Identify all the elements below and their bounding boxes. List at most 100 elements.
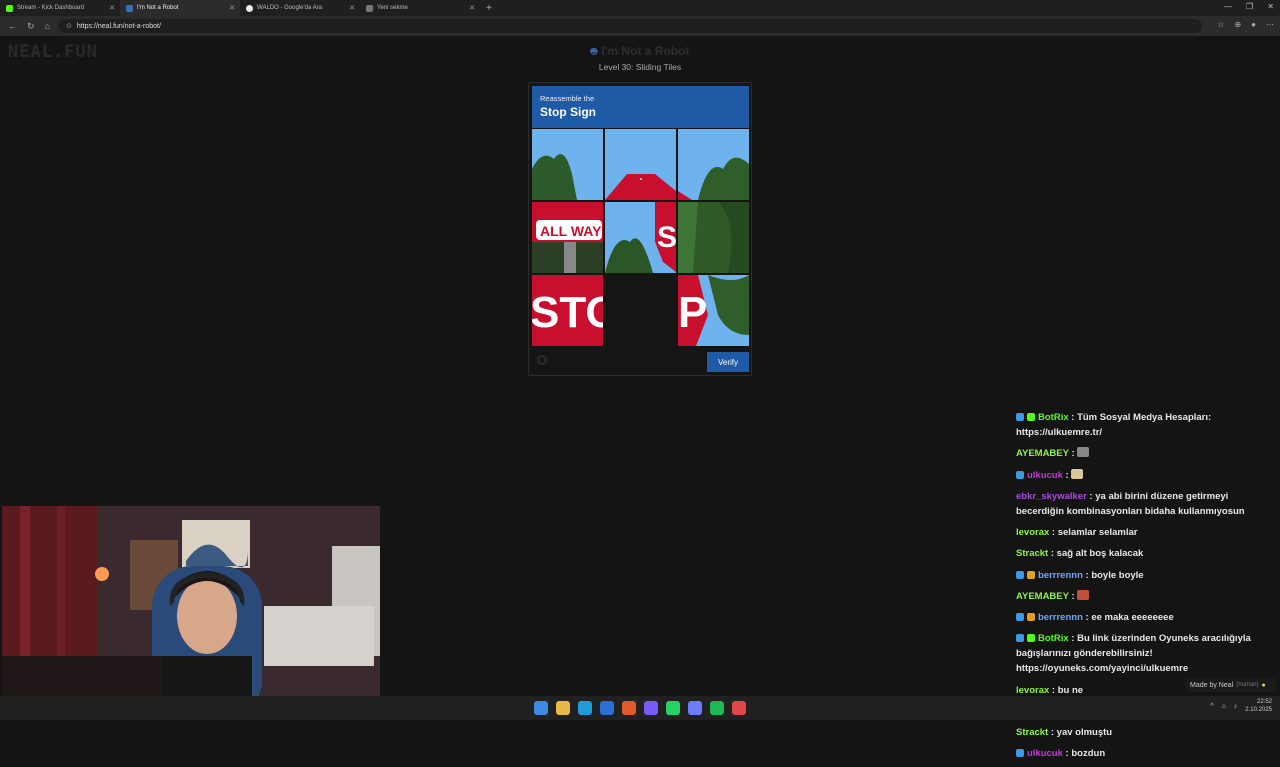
puzzle-tile[interactable]: STO	[532, 275, 603, 346]
close-window-button[interactable]: ✕	[1267, 2, 1274, 11]
taskbar-app-icon[interactable]	[534, 701, 548, 715]
chat-message: berrrennn : ee maka eeeeeeee	[1016, 610, 1264, 625]
badge-icon	[1016, 470, 1024, 479]
chat-text: bu ne	[1057, 684, 1084, 696]
chat-username[interactable]: BotRix	[1038, 412, 1069, 423]
close-icon[interactable]: ✕	[469, 4, 475, 12]
tab-label: Yeni sekme	[377, 5, 408, 11]
reload-icon[interactable]: ↻	[27, 21, 35, 32]
chat-message: berrrennn : boyle boyle	[1016, 568, 1264, 583]
emote-icon	[1077, 589, 1090, 600]
captcha-target: Stop Sign	[540, 105, 596, 119]
chat-username[interactable]: berrrennn	[1038, 570, 1083, 581]
chat-text: yav olmuştu	[1056, 727, 1113, 738]
taskbar-app-icon[interactable]	[556, 701, 570, 715]
network-icon[interactable]: ⌂	[1222, 703, 1226, 710]
google-icon	[246, 4, 253, 12]
tile-image: STO	[532, 275, 603, 346]
emote-icon	[1077, 447, 1090, 458]
tab-kick-dashboard[interactable]: Stream - Kick Dashboard ✕	[0, 0, 120, 16]
chat-username[interactable]: AYEMABEY	[1016, 448, 1069, 459]
chat-username[interactable]: ulkucuk	[1027, 748, 1063, 759]
minimize-button[interactable]: —	[1224, 2, 1232, 11]
puzzle-tile[interactable]: P	[678, 275, 749, 346]
chat-text: ee maka eeeeeeee	[1091, 611, 1174, 623]
tile-image: P	[678, 275, 749, 346]
puzzle-tile[interactable]	[532, 129, 603, 200]
taskbar-app-icon[interactable]	[600, 701, 614, 715]
maximize-button[interactable]: ❐	[1246, 2, 1253, 11]
taskbar-app-icon[interactable]	[622, 701, 636, 715]
chat-username[interactable]: ulkucuk	[1027, 470, 1063, 481]
taskbar-app-icon[interactable]	[578, 701, 592, 715]
close-icon[interactable]: ✕	[229, 4, 235, 12]
tab-google-search[interactable]: WALDO - Google'da Ara ✕	[240, 0, 360, 16]
taskbar-app-icon[interactable]	[688, 701, 702, 715]
taskbar-app-icon[interactable]	[732, 701, 746, 715]
empty-tile-slot	[605, 275, 676, 346]
chat-username[interactable]: levorax	[1016, 527, 1049, 538]
kick-icon	[6, 4, 13, 12]
close-icon[interactable]: ✕	[109, 4, 115, 12]
chat-username[interactable]: BotRix	[1038, 633, 1069, 644]
svg-text:ALL WAY: ALL WAY	[540, 223, 602, 239]
clock[interactable]: 22:52 2.10.2025	[1245, 699, 1272, 715]
captcha-subtitle: Reassemble the	[540, 94, 595, 103]
svg-text:P: P	[678, 288, 707, 337]
robot-icon	[126, 4, 133, 12]
taskbar-app-icon[interactable]	[644, 701, 658, 715]
chat-username[interactable]: Strackt	[1016, 727, 1048, 738]
tile-image	[532, 129, 603, 200]
lightbulb-icon: ●	[1261, 681, 1266, 689]
made-by-text: Made by Neal	[1190, 681, 1234, 689]
chat-username[interactable]: Strackt	[1016, 548, 1048, 559]
puzzle-tile[interactable]: S	[605, 202, 676, 273]
page-icon	[366, 4, 373, 12]
profile-icon[interactable]: ●	[1251, 20, 1256, 29]
site-info-icon[interactable]: ⊙	[66, 22, 72, 30]
chat-message: ebkr_skywalker : ya abi birini düzene ge…	[1016, 490, 1245, 517]
os-taskbar: ^ ⌂ ♪ 22:52 2.10.2025	[0, 696, 1280, 720]
chat-message: Strackt : sağ alt boş kalacak	[1016, 548, 1144, 560]
puzzle-tile[interactable]	[678, 202, 749, 273]
puzzle-tile[interactable]	[678, 129, 749, 200]
menu-icon[interactable]: ⋯	[1266, 20, 1274, 29]
browser-toolbar: ← ↻ ⌂ ⊙ https://neal.fun/not-a-robot/ ☆ …	[0, 16, 1280, 36]
address-bar[interactable]: ⊙ https://neal.fun/not-a-robot/	[58, 19, 1202, 33]
tab-not-a-robot[interactable]: I'm Not a Robot ✕	[120, 0, 240, 16]
window-controls: — ❐ ✕	[1224, 2, 1274, 11]
chevron-up-icon[interactable]: ^	[1210, 703, 1213, 710]
svg-text:STO: STO	[532, 288, 603, 337]
site-logo[interactable]: NEAL.FUN	[8, 42, 98, 62]
url-text: https://neal.fun/not-a-robot/	[76, 22, 161, 30]
chat-message: BotRix : Bu link üzerinden Oyuneks aracı…	[1016, 633, 1251, 675]
chat-username[interactable]: levorax	[1016, 685, 1049, 696]
chat-username[interactable]: AYEMABEY	[1016, 591, 1069, 602]
reload-icon[interactable]	[537, 355, 547, 365]
new-tab-button[interactable]: +	[480, 3, 498, 14]
chat-text: bozdun	[1071, 748, 1106, 760]
badge-icon	[1016, 634, 1024, 643]
chat-message: levorax : selamlar selamlar	[1016, 527, 1138, 539]
volume-icon[interactable]: ♪	[1234, 703, 1238, 710]
taskbar-app-icon[interactable]	[666, 701, 680, 715]
verify-button[interactable]: Verify	[707, 352, 749, 372]
tab-new-tab[interactable]: Yeni sekme ✕	[360, 0, 480, 16]
back-icon[interactable]: ←	[8, 21, 17, 32]
chat-message: BotRix : Tüm Sosyal Medya Hesapları: htt…	[1016, 412, 1212, 439]
webcam-feed	[2, 506, 380, 720]
made-by-credit[interactable]: Made by Neal (human) ●	[1186, 678, 1276, 692]
page-title: 🤖︎ I'm Not a Robot	[590, 44, 690, 58]
extensions-icon[interactable]: ⊕	[1234, 20, 1241, 29]
bookmark-star-icon[interactable]: ☆	[1217, 20, 1224, 29]
puzzle-tile[interactable]	[605, 129, 676, 200]
chat-username[interactable]: ebkr_skywalker	[1016, 491, 1087, 502]
tile-image	[678, 129, 749, 200]
tab-label: Stream - Kick Dashboard	[17, 5, 85, 11]
taskbar-apps	[534, 701, 746, 715]
taskbar-app-icon[interactable]	[710, 701, 724, 715]
close-icon[interactable]: ✕	[349, 4, 355, 12]
chat-username[interactable]: berrrennn	[1038, 612, 1083, 623]
puzzle-tile[interactable]: ALL WAY	[532, 202, 603, 273]
home-icon[interactable]: ⌂	[45, 21, 50, 32]
